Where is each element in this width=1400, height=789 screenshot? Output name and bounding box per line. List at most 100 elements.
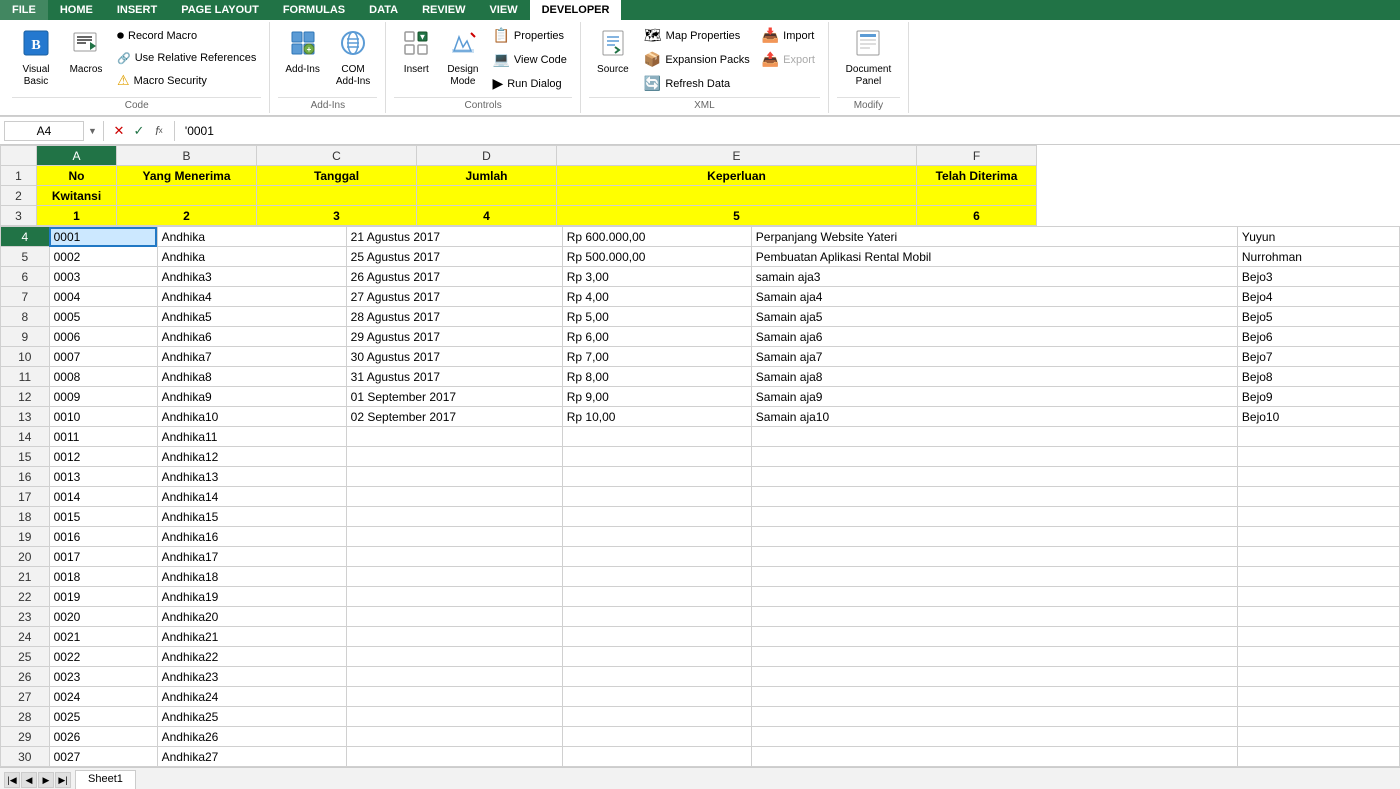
cell-b26[interactable]: Andhika23 xyxy=(157,667,346,687)
cell-a2[interactable]: Kwitansi xyxy=(37,186,117,206)
cell-d29[interactable] xyxy=(562,727,751,747)
cell-b7[interactable]: Andhika4 xyxy=(157,287,346,307)
cell-d7[interactable]: Rp 4,00 xyxy=(562,287,751,307)
cell-a29[interactable]: 0026 xyxy=(49,727,157,747)
col-header-d[interactable]: D xyxy=(417,146,557,166)
cell-e9[interactable]: Samain aja6 xyxy=(751,327,1237,347)
cell-f21[interactable] xyxy=(1237,567,1399,587)
cancel-formula-icon[interactable]: ✕ xyxy=(110,122,128,140)
cell-e6[interactable]: samain aja3 xyxy=(751,267,1237,287)
cell-b24[interactable]: Andhika21 xyxy=(157,627,346,647)
cell-f6[interactable]: Bejo3 xyxy=(1237,267,1399,287)
cell-f17[interactable] xyxy=(1237,487,1399,507)
cell-d6[interactable]: Rp 3,00 xyxy=(562,267,751,287)
cell-f9[interactable]: Bejo6 xyxy=(1237,327,1399,347)
cell-c22[interactable] xyxy=(346,587,562,607)
document-panel-button[interactable]: DocumentPanel xyxy=(839,24,899,93)
view-code-button[interactable]: 💻 View Code xyxy=(487,48,571,71)
cell-d10[interactable]: Rp 7,00 xyxy=(562,347,751,367)
cell-c23[interactable] xyxy=(346,607,562,627)
cell-b3[interactable]: 2 xyxy=(117,206,257,226)
cell-c19[interactable] xyxy=(346,527,562,547)
cell-f7[interactable]: Bejo4 xyxy=(1237,287,1399,307)
cell-e17[interactable] xyxy=(751,487,1237,507)
cell-f2[interactable] xyxy=(917,186,1037,206)
cell-b10[interactable]: Andhika7 xyxy=(157,347,346,367)
col-header-a[interactable]: A xyxy=(37,146,117,166)
cell-d21[interactable] xyxy=(562,567,751,587)
cell-b4[interactable]: Andhika xyxy=(157,227,346,247)
cell-f24[interactable] xyxy=(1237,627,1399,647)
cell-a6[interactable]: 0003 xyxy=(49,267,157,287)
cell-d2[interactable] xyxy=(417,186,557,206)
next-sheet-arrow[interactable]: ▶ xyxy=(38,772,54,788)
cell-c28[interactable] xyxy=(346,707,562,727)
run-dialog-button[interactable]: ▶ Run Dialog xyxy=(487,72,571,95)
cell-e10[interactable]: Samain aja7 xyxy=(751,347,1237,367)
cell-b28[interactable]: Andhika25 xyxy=(157,707,346,727)
row-header-29[interactable]: 29 xyxy=(1,727,50,747)
cell-f8[interactable]: Bejo5 xyxy=(1237,307,1399,327)
record-macro-button[interactable]: ⏺ Record Macro xyxy=(112,24,261,47)
cell-f28[interactable] xyxy=(1237,707,1399,727)
cell-c21[interactable] xyxy=(346,567,562,587)
cell-b13[interactable]: Andhika10 xyxy=(157,407,346,427)
cell-c1[interactable]: Tanggal xyxy=(257,166,417,186)
cell-e1[interactable]: Keperluan xyxy=(557,166,917,186)
refresh-data-button[interactable]: 🔄 Refresh Data xyxy=(639,72,755,95)
design-mode-button[interactable]: DesignMode xyxy=(440,24,485,93)
row-header-20[interactable]: 20 xyxy=(1,547,50,567)
cell-b23[interactable]: Andhika20 xyxy=(157,607,346,627)
cell-b14[interactable]: Andhika11 xyxy=(157,427,346,447)
cell-e27[interactable] xyxy=(751,687,1237,707)
cell-c18[interactable] xyxy=(346,507,562,527)
cell-c26[interactable] xyxy=(346,667,562,687)
cell-d22[interactable] xyxy=(562,587,751,607)
cell-c13[interactable]: 02 September 2017 xyxy=(346,407,562,427)
row-header-13[interactable]: 13 xyxy=(1,407,50,427)
cell-d1[interactable]: Jumlah xyxy=(417,166,557,186)
row-header-15[interactable]: 15 xyxy=(1,447,50,467)
cell-b12[interactable]: Andhika9 xyxy=(157,387,346,407)
properties-button[interactable]: 📋 Properties xyxy=(487,24,571,47)
cell-b1[interactable]: Yang Menerima xyxy=(117,166,257,186)
cell-c27[interactable] xyxy=(346,687,562,707)
row-header-12[interactable]: 12 xyxy=(1,387,50,407)
cell-b29[interactable]: Andhika26 xyxy=(157,727,346,747)
row-header-16[interactable]: 16 xyxy=(1,467,50,487)
row-header-23[interactable]: 23 xyxy=(1,607,50,627)
row-header-28[interactable]: 28 xyxy=(1,707,50,727)
cell-c14[interactable] xyxy=(346,427,562,447)
row-header-18[interactable]: 18 xyxy=(1,507,50,527)
row-header-25[interactable]: 25 xyxy=(1,647,50,667)
cell-a17[interactable]: 0014 xyxy=(49,487,157,507)
cell-e8[interactable]: Samain aja5 xyxy=(751,307,1237,327)
cell-e21[interactable] xyxy=(751,567,1237,587)
last-sheet-arrow[interactable]: ▶| xyxy=(55,772,71,788)
cell-d27[interactable] xyxy=(562,687,751,707)
prev-sheet-arrow[interactable]: ◀ xyxy=(21,772,37,788)
cell-d9[interactable]: Rp 6,00 xyxy=(562,327,751,347)
cell-b22[interactable]: Andhika19 xyxy=(157,587,346,607)
cell-e16[interactable] xyxy=(751,467,1237,487)
cell-ref-dropdown-icon[interactable]: ▼ xyxy=(88,126,97,136)
cell-a27[interactable]: 0024 xyxy=(49,687,157,707)
export-button[interactable]: 📤 Export xyxy=(757,48,820,71)
visual-basic-button[interactable]: B VisualBasic xyxy=(12,24,60,93)
cell-b18[interactable]: Andhika15 xyxy=(157,507,346,527)
row-header-22[interactable]: 22 xyxy=(1,587,50,607)
cell-d5[interactable]: Rp 500.000,00 xyxy=(562,247,751,267)
row-header-6[interactable]: 6 xyxy=(1,267,50,287)
cell-a15[interactable]: 0012 xyxy=(49,447,157,467)
cell-f18[interactable] xyxy=(1237,507,1399,527)
cell-a21[interactable]: 0018 xyxy=(49,567,157,587)
cell-c25[interactable] xyxy=(346,647,562,667)
cell-b20[interactable]: Andhika17 xyxy=(157,547,346,567)
cell-e25[interactable] xyxy=(751,647,1237,667)
cell-b16[interactable]: Andhika13 xyxy=(157,467,346,487)
cell-a18[interactable]: 0015 xyxy=(49,507,157,527)
cell-c2[interactable] xyxy=(257,186,417,206)
use-relative-button[interactable]: 🔗 Use Relative References xyxy=(112,48,261,68)
cell-d26[interactable] xyxy=(562,667,751,687)
cell-e3[interactable]: 5 xyxy=(557,206,917,226)
